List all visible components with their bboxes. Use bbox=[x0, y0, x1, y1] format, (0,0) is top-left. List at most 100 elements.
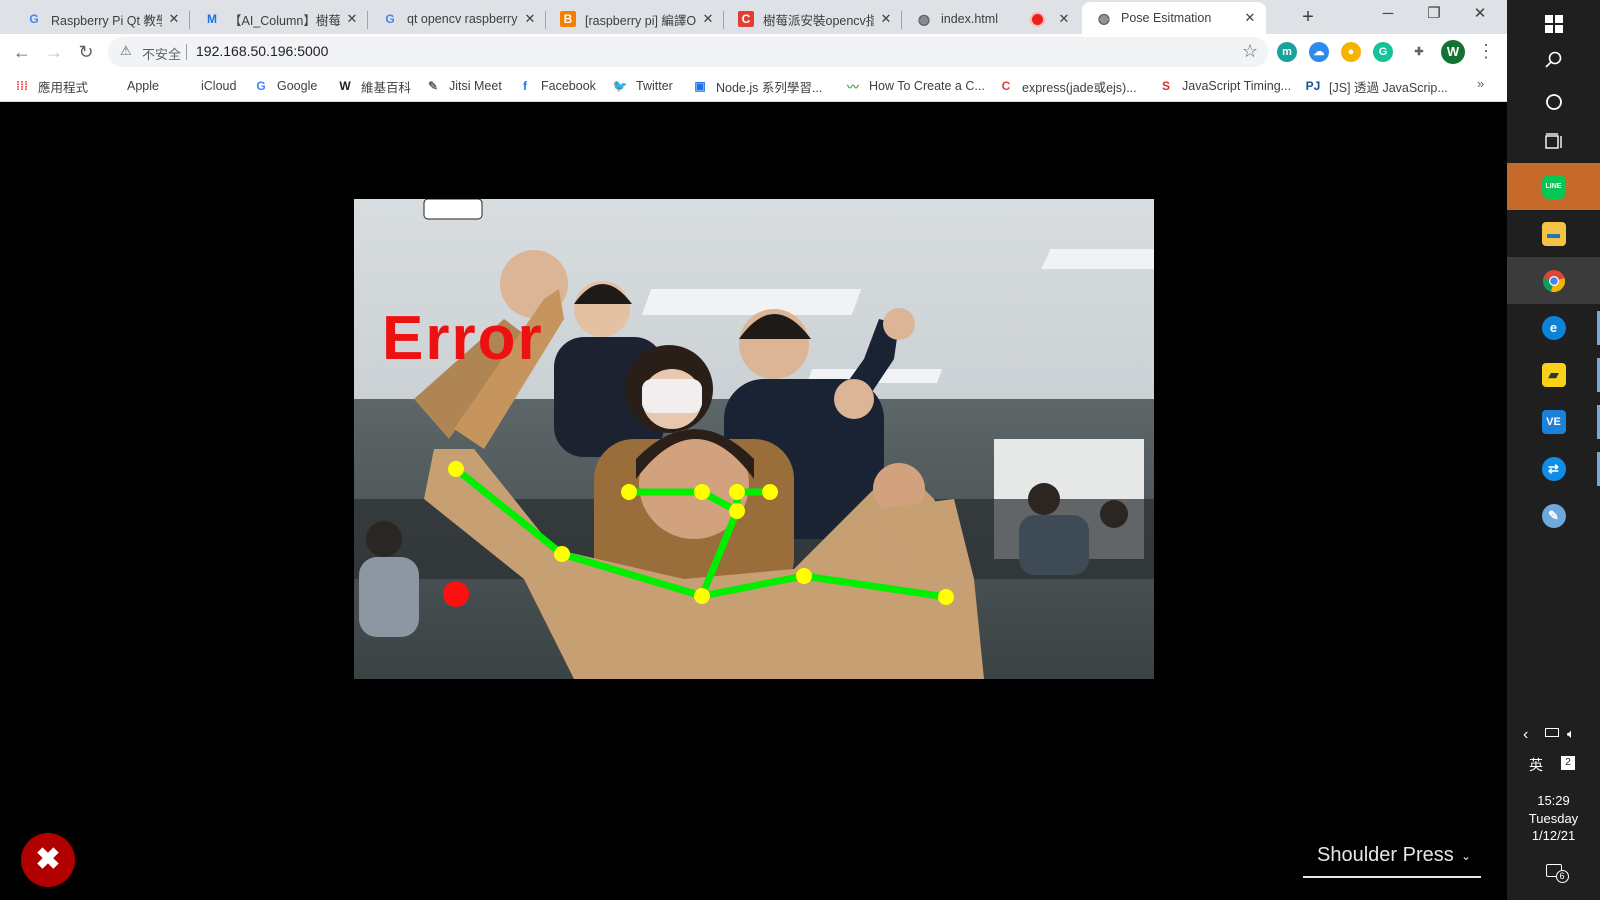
keypoint-right-shoulder bbox=[796, 568, 812, 584]
address-bar[interactable]: ⚠ 不安全 192.168.50.196:5000 ☆ bbox=[108, 37, 1268, 67]
bookmark-howto[interactable]: 〰 How To Create a C... bbox=[845, 76, 985, 96]
bookmark-label: [JS] 透過 JavaScrip... bbox=[1329, 80, 1448, 95]
edge-app[interactable]: e bbox=[1507, 304, 1600, 351]
tab-raspberry-pi-qt[interactable]: G Raspberry Pi Qt 教學 ✕ bbox=[12, 4, 190, 34]
desktop: G Raspberry Pi Qt 教學 ✕ M 【AI_Column】樹莓派 … bbox=[0, 0, 1600, 900]
bookmark-jitsi[interactable]: ✎ Jitsi Meet bbox=[425, 76, 502, 96]
grammarly-icon[interactable]: G bbox=[1373, 42, 1393, 62]
bookmark-star-icon[interactable]: ☆ bbox=[1242, 41, 1258, 62]
chrome-window: G Raspberry Pi Qt 教學 ✕ M 【AI_Column】樹莓派 … bbox=[0, 0, 1507, 900]
bookmark-label: Facebook bbox=[541, 79, 596, 93]
new-tab-button[interactable]: + bbox=[1296, 6, 1320, 30]
address-divider bbox=[186, 44, 187, 60]
tab-ai-column[interactable]: M 【AI_Column】樹莓派 ✕ bbox=[190, 4, 368, 34]
bookmark-wikipedia[interactable]: W 維基百科 bbox=[337, 76, 411, 96]
bookmark-js-timing[interactable]: S JavaScript Timing... bbox=[1158, 76, 1291, 96]
tab-close-icon[interactable]: ✕ bbox=[1242, 10, 1258, 26]
camera-frame: Error bbox=[354, 199, 1154, 679]
ithome-icon: ▣ bbox=[694, 79, 706, 93]
blogger-icon: B bbox=[560, 11, 576, 27]
tab-title: index.html bbox=[941, 12, 998, 26]
tab-title: [raspberry pi] 編譯Op bbox=[585, 13, 696, 28]
window-close-button[interactable]: ✕ bbox=[1457, 0, 1503, 30]
keypoint-left-elbow bbox=[554, 546, 570, 562]
bookmarks-overflow-icon[interactable]: » bbox=[1477, 76, 1484, 91]
puzzle-icon[interactable]: ✚ bbox=[1409, 42, 1429, 62]
m-extension-icon[interactable]: m bbox=[1277, 42, 1297, 62]
tab-close-icon[interactable]: ✕ bbox=[522, 11, 538, 27]
bookmark-apple[interactable]: Apple bbox=[103, 76, 159, 96]
exercise-select[interactable]: Shoulder Press ⌄ bbox=[1303, 832, 1481, 878]
edge-icon: e bbox=[1541, 315, 1566, 340]
keypoint-right-elbow bbox=[938, 589, 954, 605]
bookmark-twitter[interactable]: 🐦 Twitter bbox=[612, 76, 673, 96]
bookmark-csdn[interactable]: Cexpress(jade或ejs)... bbox=[998, 76, 1137, 96]
volume-icon[interactable]: 🔈︎ bbox=[1567, 726, 1575, 742]
chevron-down-icon[interactable]: ⌄ bbox=[1461, 849, 1471, 863]
globe-icon: ◍ bbox=[917, 10, 931, 27]
bookmark-pj[interactable]: PJ [JS] 透過 JavaScrip... bbox=[1305, 76, 1448, 96]
search-icon[interactable] bbox=[1507, 36, 1600, 83]
tab-title: qt opencv raspberry bbox=[407, 12, 518, 26]
ime-indicator[interactable]: 英 bbox=[1529, 755, 1543, 775]
cloud-extension-icon[interactable]: ☁ bbox=[1309, 42, 1329, 62]
bookmark-facebook[interactable]: f Facebook bbox=[517, 76, 596, 96]
tab-pose-estimation[interactable]: ◍ Pose Esitmation ✕ bbox=[1082, 2, 1266, 34]
keyboard-mode-icon[interactable]: 2 bbox=[1561, 756, 1575, 770]
bookmark-label: 應用程式 bbox=[38, 80, 89, 95]
stop-button[interactable]: ✖ bbox=[21, 833, 75, 887]
bookmark-label: How To Create a C... bbox=[869, 79, 985, 93]
tab-index-html[interactable]: ◍ index.html ✕ bbox=[902, 4, 1080, 34]
pose-video-stream: Error bbox=[354, 199, 1154, 679]
bookmark-label: express(jade或ejs)... bbox=[1022, 80, 1137, 95]
chrome-app[interactable] bbox=[1507, 257, 1600, 304]
wikipedia-icon: W bbox=[339, 79, 351, 93]
paint-app[interactable]: ✎ bbox=[1507, 492, 1600, 539]
line-app[interactable]: LINE bbox=[1507, 163, 1600, 210]
forward-button[interactable]: → bbox=[42, 40, 66, 64]
bookmark-ithome[interactable]: ▣ Node.js 系列學習... bbox=[692, 76, 822, 96]
tab-close-icon[interactable]: ✕ bbox=[700, 11, 716, 27]
error-keypoint bbox=[443, 581, 469, 607]
csdn-icon: C bbox=[1001, 79, 1011, 93]
warning-icon[interactable]: ⚠ bbox=[120, 43, 132, 59]
clock-date[interactable]: 1/12/21 bbox=[1507, 828, 1600, 843]
bookmark-label: Google bbox=[277, 79, 318, 93]
tab-close-icon[interactable]: ✕ bbox=[166, 11, 182, 27]
notifications-icon[interactable]: 6 bbox=[1507, 864, 1600, 883]
bookmark-label: Node.js 系列學習... bbox=[716, 80, 823, 95]
tab-title: Pose Esitmation bbox=[1121, 11, 1212, 25]
apps-grid-icon: ⁞⁞⁞ bbox=[16, 79, 28, 93]
reload-button[interactable]: ↻ bbox=[74, 40, 98, 64]
browser-menu-icon[interactable]: ⋮ bbox=[1477, 40, 1495, 64]
battery-icon[interactable] bbox=[1545, 728, 1559, 737]
color-extension-icon[interactable]: ● bbox=[1341, 42, 1361, 62]
exercise-select-value[interactable]: Shoulder Press bbox=[1317, 844, 1454, 867]
clock-day[interactable]: Tuesday bbox=[1507, 811, 1600, 826]
restore-button[interactable]: ❐ bbox=[1411, 0, 1457, 30]
error-overlay-text: Error bbox=[382, 304, 544, 373]
clock-time[interactable]: 15:29 bbox=[1507, 793, 1600, 808]
task-view-icon[interactable] bbox=[1507, 118, 1600, 165]
bookmark-google[interactable]: G Google bbox=[253, 76, 317, 96]
bookmark-apps-grid[interactable]: ⁞⁞⁞ 應用程式 bbox=[14, 76, 88, 96]
tab-qt-opencv[interactable]: G qt opencv raspberry ✕ bbox=[368, 4, 546, 34]
url-text[interactable]: 192.168.50.196:5000 bbox=[196, 43, 328, 59]
tab-raspberry-pi-compile[interactable]: B [raspberry pi] 編譯Op ✕ bbox=[546, 4, 724, 34]
tab-close-icon[interactable]: ✕ bbox=[1056, 11, 1072, 27]
sticky-notes-app[interactable]: ▰ bbox=[1507, 351, 1600, 398]
minimize-button[interactable]: ─ bbox=[1365, 0, 1411, 30]
tab-opencv-install[interactable]: C 樹莓派安裝opencv指 ✕ bbox=[724, 4, 902, 34]
bookmark-icloud[interactable]: iCloud bbox=[177, 76, 236, 96]
tray-chevron-icon[interactable]: ‹ bbox=[1523, 726, 1528, 744]
teamviewer-app[interactable]: ⇄ bbox=[1507, 445, 1600, 492]
back-button[interactable]: ← bbox=[10, 40, 34, 64]
security-label[interactable]: 不安全 bbox=[142, 44, 181, 63]
vnc-viewer-app[interactable]: VE bbox=[1507, 398, 1600, 445]
windows-taskbar: LINE ▬ e ▰ VE ⇄ ✎ ‹ 🔈︎ 英 2 15:29 Tuesday… bbox=[1507, 0, 1600, 900]
file-explorer-app[interactable]: ▬ bbox=[1507, 210, 1600, 257]
tab-close-icon[interactable]: ✕ bbox=[878, 11, 894, 27]
tab-close-icon[interactable]: ✕ bbox=[344, 11, 360, 27]
google-icon: G bbox=[385, 12, 395, 26]
profile-avatar[interactable]: W bbox=[1441, 40, 1465, 64]
